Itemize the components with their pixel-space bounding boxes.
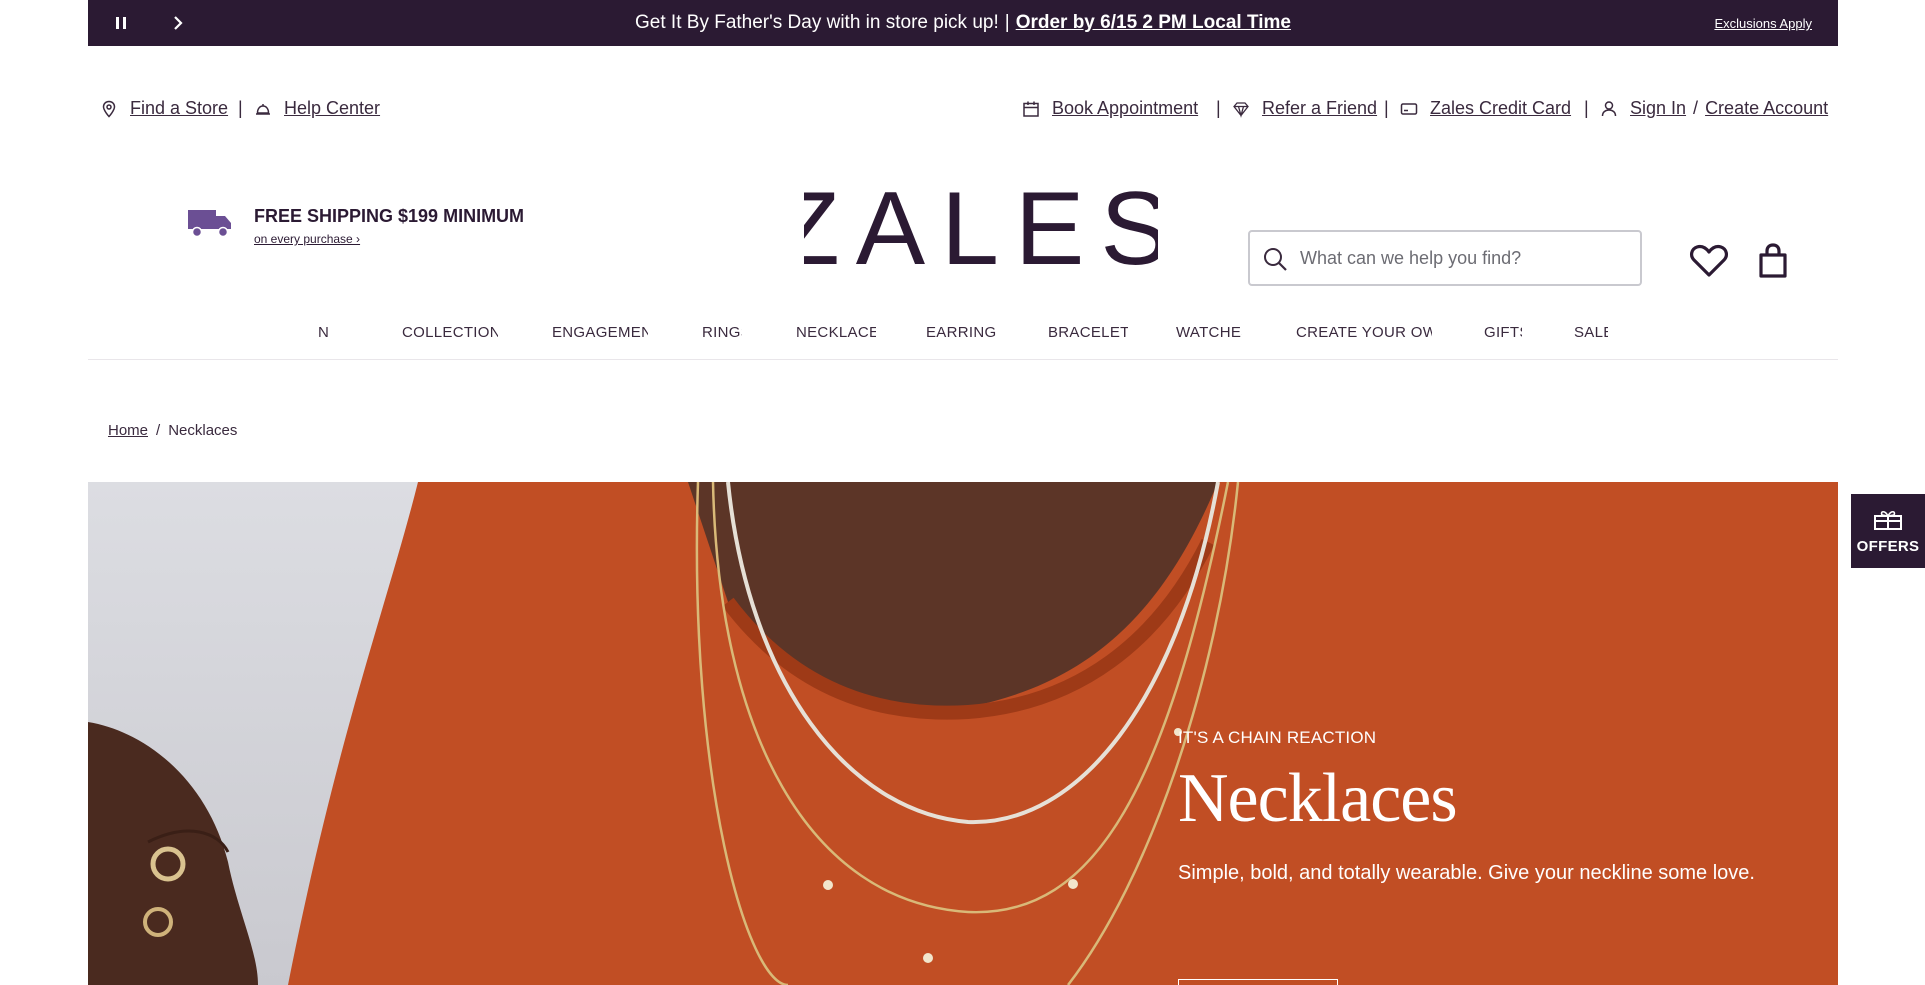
book-appointment-link[interactable]: Book Appointment	[1052, 98, 1198, 119]
utility-bar: Find a Store | Help Center Book Appointm…	[88, 92, 1838, 128]
diamond-icon	[1233, 101, 1249, 118]
search-icon[interactable]	[1262, 246, 1288, 272]
promo-separator: |	[1004, 12, 1010, 33]
exclusions-link[interactable]: Exclusions Apply	[1714, 16, 1812, 31]
utility-divider: |	[238, 98, 243, 118]
utility-divider: |	[1216, 98, 1221, 118]
breadcrumb: Home / Necklaces	[108, 422, 237, 439]
zales-logo[interactable]: ZALES	[776, 171, 1169, 287]
logo-text: ZALES	[804, 178, 1158, 278]
breadcrumb-current: Necklaces	[168, 422, 238, 439]
nav-item-sale[interactable]: SALE	[1574, 324, 1608, 341]
wishlist-button[interactable]	[1686, 238, 1732, 284]
hero-description: Simple, bold, and totally wearable. Give…	[1178, 862, 1755, 884]
utility-divider: |	[1584, 98, 1589, 118]
find-store-item: Find a Store	[100, 98, 228, 119]
nav-item-engagement[interactable]: ENGAGEMENT	[552, 324, 648, 341]
service-bell-icon	[256, 103, 270, 115]
promo-message: Get It By Father's Day with in store pic…	[88, 12, 1838, 34]
hero-eyebrow: IT'S A CHAIN REACTION	[1178, 728, 1377, 747]
nav-item-new[interactable]: N	[318, 324, 352, 341]
credit-card-link[interactable]: Zales Credit Card	[1430, 98, 1571, 119]
free-shipping-details-link[interactable]: on every purchase ›	[254, 232, 360, 246]
search-box	[1248, 230, 1642, 286]
logo-mark: ZALES	[776, 171, 1169, 287]
credit-card-icon	[1400, 102, 1418, 115]
promo-order-link[interactable]: Order by 6/15 2 PM Local Time	[1016, 12, 1291, 33]
hero-title: Necklaces	[1178, 760, 1458, 837]
hero-shop-button[interactable]	[1178, 979, 1338, 985]
promo-text: Get It By Father's Day with in store pic…	[635, 12, 999, 33]
location-pin-icon	[102, 100, 116, 118]
nav-item-bracelets[interactable]: BRACELETS	[1048, 324, 1128, 341]
shopping-bag-icon	[1759, 243, 1787, 278]
free-shipping-link[interactable]: FREE SHIPPING $199 MINIMUM	[254, 206, 524, 227]
offers-tab[interactable]: OFFERS	[1851, 494, 1925, 568]
account-slash: /	[1693, 98, 1699, 118]
breadcrumb-separator: /	[156, 422, 161, 439]
truck-icon[interactable]	[188, 208, 232, 238]
heart-icon	[1690, 244, 1728, 277]
nav-item-create-your-own[interactable]: CREATE YOUR OWN	[1296, 324, 1432, 341]
search-input[interactable]	[1300, 232, 1630, 284]
nav-item-collections[interactable]: COLLECTIONS	[402, 324, 498, 341]
hero-banner: IT'S A CHAIN REACTION Necklaces Simple, …	[88, 482, 1838, 985]
help-center-item: Help Center	[254, 98, 380, 119]
nav-item-necklaces[interactable]: NECKLACES	[796, 324, 876, 341]
offers-label: OFFERS	[1856, 537, 1920, 555]
breadcrumb-home-link[interactable]: Home	[108, 422, 148, 439]
create-account-link[interactable]: Create Account	[1705, 98, 1828, 119]
nav-item-rings[interactable]: RINGS	[702, 324, 742, 341]
gift-icon	[1874, 510, 1902, 530]
sign-in-link[interactable]: Sign In	[1630, 98, 1686, 119]
find-store-link[interactable]: Find a Store	[130, 98, 228, 119]
cart-button[interactable]	[1750, 238, 1796, 284]
calendar-icon	[1023, 101, 1039, 117]
nav-item-watches[interactable]: WATCHES	[1176, 324, 1242, 341]
promo-bar: Get It By Father's Day with in store pic…	[88, 0, 1838, 46]
book-appointment-item: Book Appointment	[1022, 98, 1198, 119]
hero-copy: IT'S A CHAIN REACTION Necklaces Simple, …	[1178, 728, 1778, 888]
refer-friend-link[interactable]: Refer a Friend	[1262, 98, 1377, 119]
page: Get It By Father's Day with in store pic…	[88, 0, 1838, 985]
help-center-link[interactable]: Help Center	[284, 98, 380, 119]
main-nav: N COLLECTIONS ENGAGEMENT RINGS NECKLACES…	[88, 312, 1838, 360]
user-icon	[1601, 100, 1617, 116]
credit-card-item: Zales Credit Card	[1400, 98, 1571, 119]
account-item: Sign In / Create Account	[1600, 98, 1828, 119]
nav-item-earrings[interactable]: EARRINGS	[926, 324, 996, 341]
refer-friend-item: Refer a Friend	[1232, 98, 1377, 119]
nav-item-gifts[interactable]: GIFTS	[1484, 324, 1522, 341]
utility-divider: |	[1384, 98, 1389, 118]
